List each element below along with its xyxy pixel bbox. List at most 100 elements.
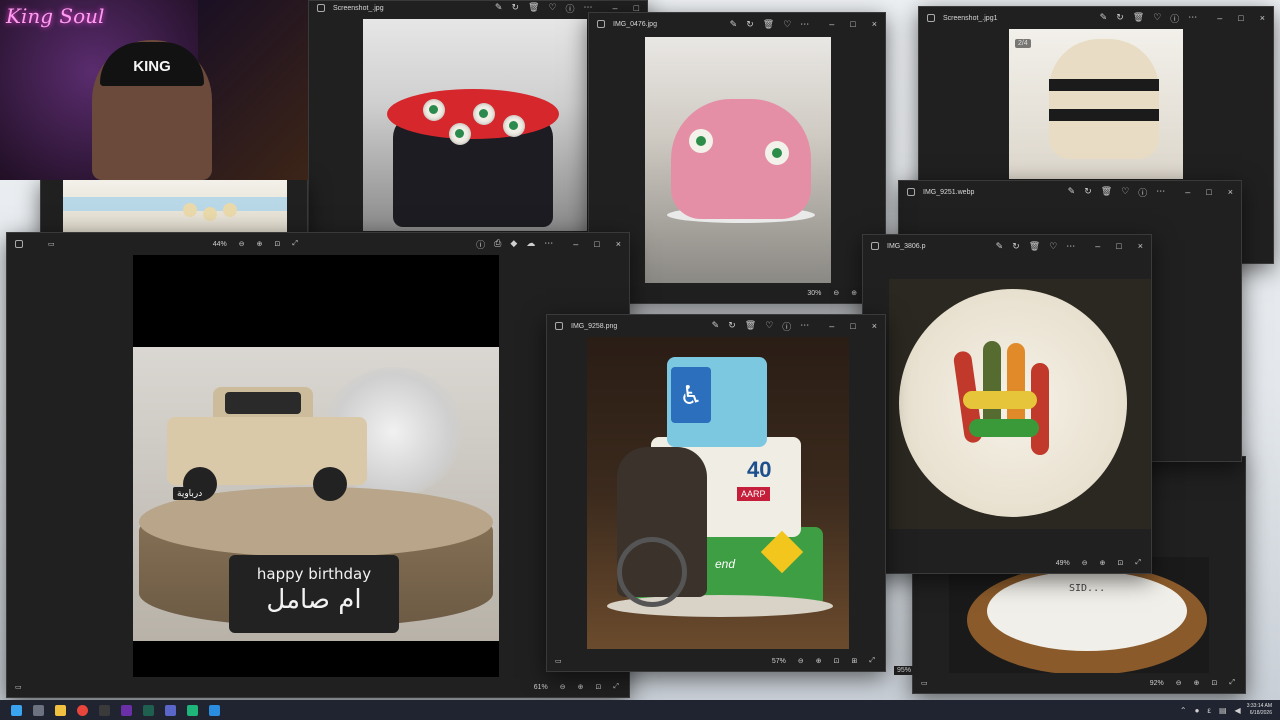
delete-icon[interactable]: 🗑 [1101, 186, 1112, 199]
info-icon[interactable]: ⓘ [782, 320, 791, 333]
clipchamp-icon[interactable]: ◆ [510, 238, 517, 251]
delete-icon[interactable]: 🗑 [1029, 241, 1040, 252]
minimize-button[interactable]: – [573, 239, 578, 249]
rotate-icon[interactable]: ↻ [1012, 241, 1020, 252]
microphone-icon[interactable]: ● [1195, 706, 1200, 715]
favorite-icon[interactable]: ♡ [783, 19, 791, 30]
more-icon[interactable]: ⋯ [1156, 186, 1165, 199]
close-button[interactable]: × [872, 19, 877, 29]
rotate-icon[interactable]: ↻ [511, 2, 519, 15]
rotate-icon[interactable]: ↻ [728, 320, 736, 333]
zoom-out-icon[interactable]: ⊖ [1082, 559, 1088, 567]
slideshow-icon[interactable]: ▭ [15, 683, 22, 691]
photo-window-behind-toolbar[interactable]: ▭ 44% ⊖ ⊕ ⊡ ⤢ [40, 236, 308, 252]
zoom-out-icon[interactable]: ⊖ [798, 657, 804, 665]
minimize-button[interactable]: – [1217, 13, 1222, 23]
slideshow-icon[interactable]: ▭ [48, 240, 55, 248]
onedrive-icon[interactable]: ☁ [526, 238, 535, 251]
zoom-out-icon[interactable]: ⊖ [560, 683, 566, 691]
search-icon[interactable] [33, 704, 44, 716]
network-icon[interactable]: ▤ [1219, 706, 1227, 715]
clock[interactable]: 3:33:14 AM 6/18/2026 [1247, 703, 1272, 717]
print-icon[interactable]: ⎙ [494, 238, 501, 251]
edit-icon[interactable]: ✎ [996, 241, 1004, 252]
chevron-up-icon[interactable]: ⌃ [1180, 706, 1187, 715]
info-icon[interactable]: ⓘ [1138, 186, 1147, 199]
favorite-icon[interactable]: ♡ [1121, 186, 1129, 199]
fit-icon[interactable]: ⊡ [596, 683, 602, 691]
delete-icon[interactable]: 🗑 [528, 2, 539, 15]
slideshow-icon[interactable]: ▭ [921, 679, 928, 687]
filmstrip-icon[interactable]: ⊞ [852, 657, 858, 665]
photo-window-old-lady-cake[interactable]: IMG_9258.png ✎ ↻ 🗑 ♡ ⓘ ⋯ – □ × ♿ 40 AARP… [546, 314, 886, 672]
maximize-button[interactable]: □ [1116, 241, 1121, 251]
zoom-in-icon[interactable]: ⊕ [578, 683, 584, 691]
more-icon[interactable]: ⋯ [800, 320, 809, 333]
edit-icon[interactable]: ✎ [1068, 186, 1076, 199]
edit-icon[interactable]: ✎ [712, 320, 720, 333]
app-icon[interactable] [121, 704, 132, 716]
fullscreen-icon[interactable]: ⤢ [292, 240, 298, 248]
edit-icon[interactable]: ✎ [1100, 12, 1108, 25]
close-button[interactable]: × [1138, 241, 1143, 251]
zoom-in-icon[interactable]: ⊕ [257, 240, 263, 248]
zoom-out-icon[interactable]: ⊖ [239, 240, 245, 248]
minimize-button[interactable]: – [1095, 241, 1100, 251]
terminal-icon[interactable] [143, 704, 154, 716]
zoom-out-icon[interactable]: ⊖ [833, 289, 839, 297]
maximize-button[interactable]: □ [1206, 187, 1211, 197]
delete-icon[interactable]: 🗑 [1133, 12, 1144, 25]
zoom-in-icon[interactable]: ⊕ [816, 657, 822, 665]
delete-icon[interactable]: 🗑 [745, 320, 756, 333]
favorite-icon[interactable]: ♡ [548, 2, 556, 15]
language-indicator[interactable]: ε [1207, 706, 1211, 715]
more-icon[interactable]: ⋯ [1188, 12, 1197, 25]
rotate-icon[interactable]: ↻ [1084, 186, 1092, 199]
fit-icon[interactable]: ⊡ [1212, 679, 1218, 687]
volume-icon[interactable]: ◀ [1235, 706, 1241, 715]
info-icon[interactable]: ⓘ [566, 2, 575, 15]
minimize-button[interactable]: – [829, 321, 834, 331]
favorite-icon[interactable]: ♡ [765, 320, 773, 333]
zoom-in-icon[interactable]: ⊕ [1194, 679, 1200, 687]
close-button[interactable]: × [616, 239, 621, 249]
zoom-in-icon[interactable]: ⊕ [1100, 559, 1106, 567]
fullscreen-icon[interactable]: ⤢ [613, 683, 619, 691]
edit-icon[interactable]: ✎ [730, 19, 738, 30]
fullscreen-icon[interactable]: ⤢ [869, 657, 875, 665]
start-icon[interactable] [11, 704, 22, 716]
maximize-button[interactable]: □ [594, 239, 599, 249]
more-icon[interactable]: ⋯ [1066, 241, 1075, 252]
edit-icon[interactable]: ✎ [495, 2, 503, 15]
maximize-button[interactable]: □ [850, 321, 855, 331]
maximize-button[interactable]: □ [1238, 13, 1243, 23]
zoom-out-icon[interactable]: ⊖ [1176, 679, 1182, 687]
info-icon[interactable]: ⓘ [1170, 12, 1179, 25]
fullscreen-icon[interactable]: ⤢ [1135, 559, 1141, 567]
maximize-button[interactable]: □ [850, 19, 855, 29]
close-button[interactable]: × [872, 321, 877, 331]
slideshow-icon[interactable]: ▭ [555, 657, 562, 665]
photo-window-jelly-fingers[interactable]: IMG_3806.p ✎ ↻ 🗑 ♡ ⋯ – □ × 49% ⊖ ⊕ ⊡ ⤢ [862, 234, 1152, 574]
info-icon[interactable]: ⓘ [476, 238, 485, 251]
file-explorer-icon[interactable] [55, 704, 66, 716]
fit-icon[interactable]: ⊡ [834, 657, 840, 665]
favorite-icon[interactable]: ♡ [1153, 12, 1161, 25]
rotate-icon[interactable]: ↻ [746, 19, 754, 30]
favorite-icon[interactable]: ♡ [1049, 241, 1057, 252]
rotate-icon[interactable]: ↻ [1116, 12, 1124, 25]
fullscreen-icon[interactable]: ⤢ [1229, 679, 1235, 687]
fit-icon[interactable]: ⊡ [1118, 559, 1124, 567]
chrome-icon[interactable] [77, 704, 88, 716]
stream-deck-icon[interactable] [99, 704, 110, 716]
vscode-icon[interactable] [187, 704, 198, 716]
delete-icon[interactable]: 🗑 [763, 19, 774, 30]
close-button[interactable]: × [1260, 13, 1265, 23]
minimize-button[interactable]: – [1185, 187, 1190, 197]
close-button[interactable]: × [1228, 187, 1233, 197]
photo-window-pink-cake[interactable]: IMG_0476.jpg ✎ ↻ 🗑 ♡ ⋯ – □ × 30% ⊖ ⊕ ⊡ [588, 12, 886, 304]
minimize-button[interactable]: – [829, 19, 834, 29]
teams-icon[interactable] [165, 704, 176, 716]
more-icon[interactable]: ⋯ [800, 19, 809, 30]
more-icon[interactable]: ⋯ [544, 238, 553, 251]
